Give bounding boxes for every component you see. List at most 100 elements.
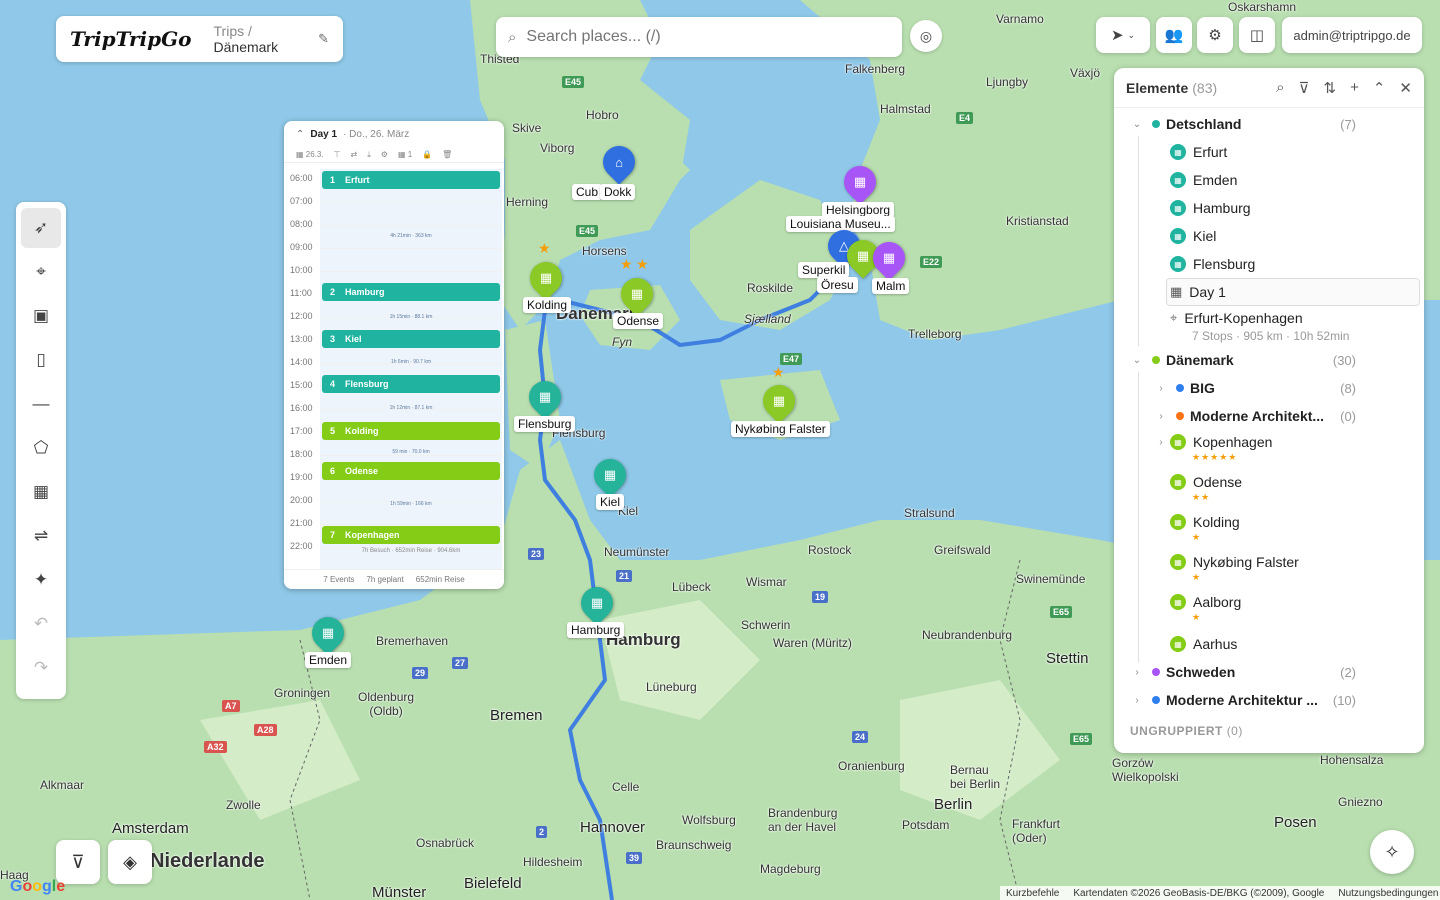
timeline-event[interactable]: 2 Hamburg xyxy=(322,283,500,301)
marker-flensburg[interactable]: ▦ xyxy=(522,374,568,420)
chevron-right-icon[interactable]: › xyxy=(1154,411,1168,422)
ai-assistant-button[interactable]: ✧ xyxy=(1370,830,1414,874)
marker-hamburg[interactable]: ▦ xyxy=(574,580,620,626)
star-marker[interactable]: ★ xyxy=(772,364,785,381)
group-moderne-architektur-2[interactable]: › Moderne Architektur ... (10) xyxy=(1114,690,1424,710)
list-item[interactable]: ▦ Odense xyxy=(1114,472,1424,492)
list-item-day-1[interactable]: ▦ Day 1 xyxy=(1114,282,1424,302)
filter-icon[interactable]: ⊽ xyxy=(1299,79,1310,97)
group-big[interactable]: › BIG (8) xyxy=(1114,378,1424,398)
list-item-kiel[interactable]: ▦ Kiel xyxy=(1114,226,1424,246)
timeline-event[interactable]: 7 Kopenhagen xyxy=(322,526,500,544)
locate-button[interactable]: ➤ ⌄ xyxy=(1096,17,1150,53)
marker-label-cub[interactable]: Cub xyxy=(572,184,603,200)
route-tool[interactable]: ⇌ xyxy=(21,516,61,556)
day-timeline[interactable]: 06:00 07:00 08:00 09:00 10:00 11:00 12:00 13:00… xyxy=(284,169,504,569)
list-item-erfurt[interactable]: ▦ Erfurt xyxy=(1114,142,1424,162)
chevron-right-icon[interactable]: › xyxy=(1154,383,1168,394)
chevron-down-icon[interactable]: ⌄ xyxy=(1130,355,1144,366)
list-item[interactable]: › ▦ Kopenhagen xyxy=(1114,432,1424,452)
timeline-event[interactable]: 6 Odense xyxy=(322,462,500,480)
line-tool[interactable]: — xyxy=(21,384,61,424)
marker-label-flensburg[interactable]: Flensburg xyxy=(514,416,576,432)
layers-button[interactable]: ◈ xyxy=(108,840,152,884)
marker-label-kolding[interactable]: Kolding xyxy=(523,297,572,313)
search-input[interactable] xyxy=(526,28,890,46)
account-button[interactable]: admin@triptripgo.de xyxy=(1282,17,1422,53)
group-detschland[interactable]: ⌄ Detschland (7) xyxy=(1114,114,1424,134)
marker-dokk[interactable]: ⌂ xyxy=(596,139,642,185)
redo-button[interactable]: ↷ xyxy=(21,648,61,688)
keyboard-shortcuts-link[interactable]: Kurzbefehle xyxy=(1006,888,1059,899)
marker-label-kiel[interactable]: Kiel xyxy=(596,494,625,510)
panel-toggle-button[interactable]: ◫ xyxy=(1239,17,1275,53)
list-item[interactable]: ▦ Kolding xyxy=(1114,512,1424,532)
marker-kolding[interactable]: ▦ xyxy=(523,255,569,301)
add-icon[interactable]: + xyxy=(1350,79,1359,97)
magic-tool[interactable]: ✦ xyxy=(21,560,61,600)
calendar-tool[interactable]: ▦ xyxy=(21,472,61,512)
close-icon[interactable]: ✕ xyxy=(1399,79,1412,97)
select-tool[interactable]: ➶ xyxy=(21,208,61,248)
marker-label-dokk[interactable]: Dokk xyxy=(600,184,636,200)
download-icon[interactable]: ⤓ xyxy=(367,150,371,160)
list-item[interactable]: ▦ Nykøbing Falster xyxy=(1114,552,1424,572)
marker-malmoe[interactable]: ▦ xyxy=(866,235,912,281)
chevron-down-icon[interactable]: ⌄ xyxy=(1130,119,1144,130)
list-item-flensburg[interactable]: ▦ Flensburg xyxy=(1114,254,1424,274)
timeline-event[interactable]: 5 Kolding xyxy=(322,422,500,440)
list-item[interactable]: ▦ Aarhus xyxy=(1114,634,1424,654)
marker-label-emden[interactable]: Emden xyxy=(305,652,352,668)
place-tool[interactable]: ⌖ xyxy=(21,252,61,292)
marker-label-hamburg[interactable]: Hamburg xyxy=(567,622,625,638)
app-logo[interactable]: TripTripGo xyxy=(70,27,192,51)
trash-icon[interactable]: 🗑 xyxy=(442,150,452,159)
users-button[interactable]: 👥 xyxy=(1156,17,1192,53)
marker-label-oresund[interactable]: Öresu xyxy=(817,277,858,293)
timeline-event[interactable]: 1 Erfurt xyxy=(322,171,500,189)
marker-label-superkilen[interactable]: Superkil xyxy=(798,262,850,278)
list-item-hamburg[interactable]: ▦ Hamburg xyxy=(1114,198,1424,218)
timeline-event[interactable]: 3 Kiel xyxy=(322,330,500,348)
collapse-chevron-icon[interactable]: ⌃ xyxy=(296,129,304,140)
count-chip[interactable]: ▦ 1 xyxy=(398,150,412,159)
group-daenemark[interactable]: ⌄ Dänemark (30) xyxy=(1114,350,1424,370)
list-item-route[interactable]: ⌖ Erfurt-Kopenhagen xyxy=(1114,308,1424,328)
breadcrumb-trips[interactable]: Trips xyxy=(214,23,245,39)
gear-icon[interactable]: ⚙ xyxy=(381,150,388,159)
list-item[interactable]: ▦ Aalborg xyxy=(1114,592,1424,612)
marker-odense[interactable]: ▦ xyxy=(614,271,660,317)
star-marker[interactable]: ★ xyxy=(620,256,633,273)
list-item-emden[interactable]: ▦ Emden xyxy=(1114,170,1424,190)
marker-label-odense[interactable]: Odense xyxy=(613,313,664,329)
star-marker[interactable]: ★ xyxy=(538,240,551,257)
marker-label-malmoe[interactable]: Malm xyxy=(872,278,910,294)
note-tool[interactable]: ▯ xyxy=(21,340,61,380)
terms-link[interactable]: Nutzungsbedingungen xyxy=(1338,888,1438,899)
edit-pencil-icon[interactable]: ✎ xyxy=(318,31,329,47)
collapse-all-icon[interactable]: ⌃ xyxy=(1373,79,1386,97)
pin-icon[interactable]: ⊤ xyxy=(334,150,341,159)
marker-helsingborg[interactable]: ▦ xyxy=(837,159,883,205)
marker-emden[interactable]: ▦ xyxy=(305,610,351,656)
marker-kiel[interactable]: ▦ xyxy=(587,452,633,498)
day-date-chip[interactable]: ▦ 26.3. xyxy=(296,150,324,159)
lock-icon[interactable]: 🔒 xyxy=(422,150,432,159)
image-tool[interactable]: ▣ xyxy=(21,296,61,336)
timeline-event[interactable]: 4 Flensburg xyxy=(322,375,500,393)
sort-icon[interactable]: ⇅ xyxy=(1324,79,1337,97)
marker-label-nykoebing[interactable]: Nykøbing Falster xyxy=(731,421,830,437)
explore-compass-button[interactable]: ◎ xyxy=(910,20,942,52)
marker-nykoebing[interactable]: ▦ xyxy=(756,378,802,424)
chevron-right-icon[interactable]: › xyxy=(1154,437,1168,448)
chevron-right-icon[interactable]: › xyxy=(1130,667,1144,678)
group-schweden[interactable]: › Schweden (2) xyxy=(1114,662,1424,682)
search-icon[interactable]: ⌕ xyxy=(1276,79,1284,97)
chevron-right-icon[interactable]: › xyxy=(1130,695,1144,706)
shuffle-icon[interactable]: ⇄ xyxy=(351,150,358,159)
undo-button[interactable]: ↶ xyxy=(21,604,61,644)
star-marker[interactable]: ★ xyxy=(636,256,649,273)
polygon-tool[interactable]: ⬠ xyxy=(21,428,61,468)
group-moderne-architektur[interactable]: › Moderne Architekt... (0) xyxy=(1114,406,1424,426)
ungrouped-header[interactable]: UNGRUPPIERT (0) xyxy=(1130,724,1243,738)
